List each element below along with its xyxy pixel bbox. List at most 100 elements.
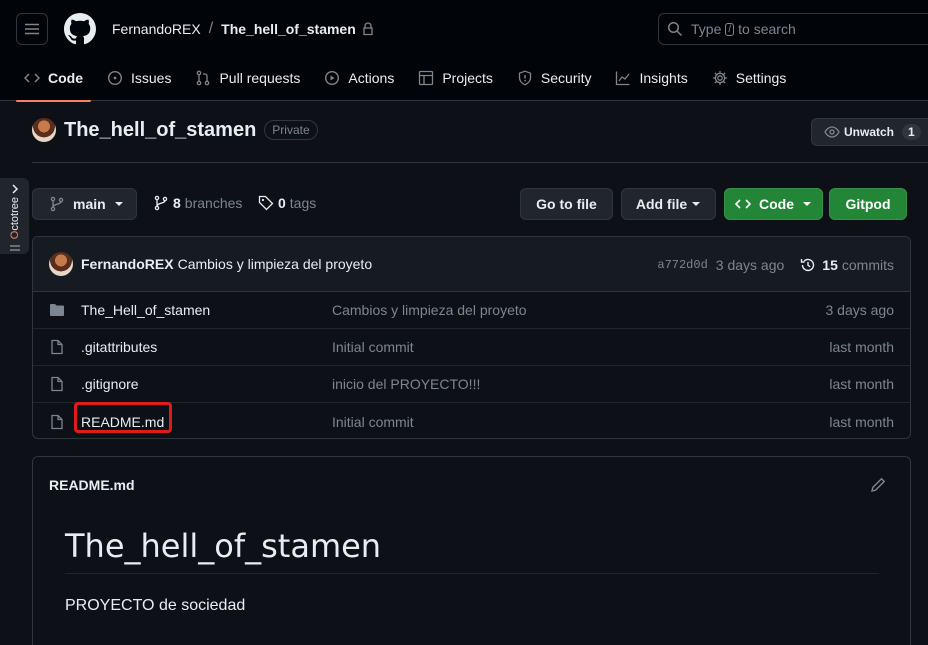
tab-actions[interactable]: Actions [316, 54, 402, 101]
avatar[interactable] [49, 252, 73, 276]
search-placeholder-prefix: Type [691, 21, 722, 37]
folder-icon [49, 302, 65, 318]
commit-sha[interactable]: a772d0d [657, 258, 707, 272]
readme-heading: The_hell_of_stamen [65, 527, 879, 574]
readme-filename[interactable]: README.md [49, 477, 135, 493]
search-icon [667, 21, 683, 37]
add-file-button[interactable]: Add file [621, 188, 716, 220]
branch-select-button[interactable]: main [32, 188, 137, 220]
file-commit-message[interactable]: Initial commit [332, 414, 414, 430]
tab-code[interactable]: Code [16, 54, 91, 102]
play-icon [325, 70, 340, 85]
repo-nav-tabs: Code Issues Pull requests Actions Projec… [16, 54, 802, 102]
gitpod-button[interactable]: Gitpod [829, 188, 907, 220]
graph-icon [616, 71, 630, 85]
file-icon [49, 376, 65, 392]
visibility-badge: Private [264, 120, 318, 140]
code-icon [24, 72, 40, 83]
chevron-down-icon [114, 202, 123, 206]
branches-count: 8 [173, 195, 181, 211]
file-row[interactable]: The_Hell_of_stamen Cambios y limpieza de… [33, 292, 910, 329]
tab-label: Pull requests [219, 69, 301, 86]
file-date: last month [829, 376, 894, 392]
tab-security[interactable]: Security [509, 54, 600, 101]
tags-link[interactable]: 0 tags [258, 195, 316, 211]
breadcrumb-separator: / [208, 20, 214, 37]
branch-icon [50, 196, 64, 212]
chevron-right-icon [11, 184, 18, 194]
repo-name[interactable]: The_hell_of_stamen [64, 119, 256, 142]
octotree-label-rest: ctotree [8, 197, 21, 231]
readme-body: PROYECTO de sociedad [65, 597, 246, 614]
tab-label: Settings [735, 69, 787, 86]
eye-icon [824, 126, 840, 138]
readme-panel: README.md The_hell_of_stamen PROYECTO de… [32, 456, 911, 645]
owner-link[interactable]: FernandoREX [112, 21, 201, 37]
github-logo-icon[interactable] [64, 13, 96, 45]
go-to-file-label: Go to file [536, 196, 597, 212]
file-commit-message[interactable]: Cambios y limpieza del proyeto [332, 302, 527, 318]
avatar[interactable] [32, 118, 56, 142]
readme-header: README.md [33, 457, 910, 513]
tab-pull-requests[interactable]: Pull requests [187, 54, 308, 101]
highlight-annotation [74, 402, 172, 433]
pencil-icon[interactable] [870, 477, 886, 493]
tab-label: Issues [131, 69, 172, 86]
commit-message[interactable]: Cambios y limpieza del proyeto [178, 256, 373, 272]
file-commit-message[interactable]: inicio del PROYECTO!!! [332, 376, 480, 392]
lock-icon [362, 22, 374, 36]
tab-insights[interactable]: Insights [607, 54, 695, 101]
tab-projects[interactable]: Projects [410, 54, 501, 101]
divider [32, 162, 928, 163]
code-icon [735, 199, 751, 209]
commits-count: 15 [822, 256, 838, 273]
file-date: last month [829, 413, 894, 430]
tag-icon [258, 195, 274, 211]
code-button-label: Code [759, 196, 794, 212]
repo-link[interactable]: The_hell_of_stamen [221, 21, 356, 37]
tab-label: Actions [348, 69, 395, 86]
tags-label: tags [289, 195, 317, 211]
unwatch-button[interactable]: Unwatch 1 [811, 118, 928, 146]
file-row[interactable]: .gitattributes Initial commit last month [33, 329, 910, 366]
file-date: last month [829, 339, 894, 355]
tab-issues[interactable]: Issues [99, 54, 179, 101]
shield-icon [518, 70, 532, 86]
commit-meta: a772d0d 3 days ago 15 commits [657, 237, 894, 292]
unwatch-label: Unwatch [844, 125, 895, 139]
tab-settings[interactable]: Settings [704, 54, 795, 101]
branch-name: main [73, 196, 106, 212]
go-to-file-button[interactable]: Go to file [520, 188, 613, 220]
hamburger-icon [25, 23, 39, 35]
breadcrumb: FernandoREX / The_hell_of_stamen [112, 20, 374, 38]
tab-label: Projects [442, 69, 493, 86]
branch-icon [154, 195, 168, 211]
code-button[interactable]: Code [724, 188, 823, 220]
table-icon [419, 70, 434, 85]
file-name[interactable]: .gitignore [81, 376, 332, 392]
branches-link[interactable]: 8 branches [153, 195, 242, 211]
search-input[interactable]: Type / to search [658, 13, 928, 45]
global-header: FernandoREX / The_hell_of_stamen Type / … [0, 0, 928, 102]
latest-commit-bar: FernandoREX Cambios y limpieza del proye… [33, 237, 910, 292]
gear-icon [712, 70, 727, 85]
octotree-toggle[interactable]: Octotree [0, 178, 29, 254]
search-shortcut-key: / [725, 22, 735, 36]
commits-history-link[interactable]: 15 commits [800, 257, 894, 273]
issue-icon [107, 70, 123, 85]
pull-request-icon [197, 70, 210, 85]
file-name[interactable]: .gitattributes [81, 339, 332, 355]
search-placeholder-suffix: to search [738, 21, 796, 37]
tags-count: 0 [278, 195, 286, 211]
menu-button[interactable] [16, 13, 48, 45]
commit-author[interactable]: FernandoREX [81, 256, 174, 272]
file-name[interactable]: The_Hell_of_stamen [81, 302, 332, 318]
octotree-label: Octotree [9, 197, 21, 239]
octotree-label-prefix: O [8, 230, 21, 240]
gitpod-label: Gitpod [845, 196, 891, 212]
chevron-down-icon [803, 202, 811, 206]
file-row[interactable]: .gitignore inicio del PROYECTO!!! last m… [33, 366, 910, 403]
file-commit-message[interactable]: Initial commit [332, 339, 414, 355]
add-file-label: Add file [635, 196, 688, 212]
commits-label: commits [841, 256, 894, 273]
